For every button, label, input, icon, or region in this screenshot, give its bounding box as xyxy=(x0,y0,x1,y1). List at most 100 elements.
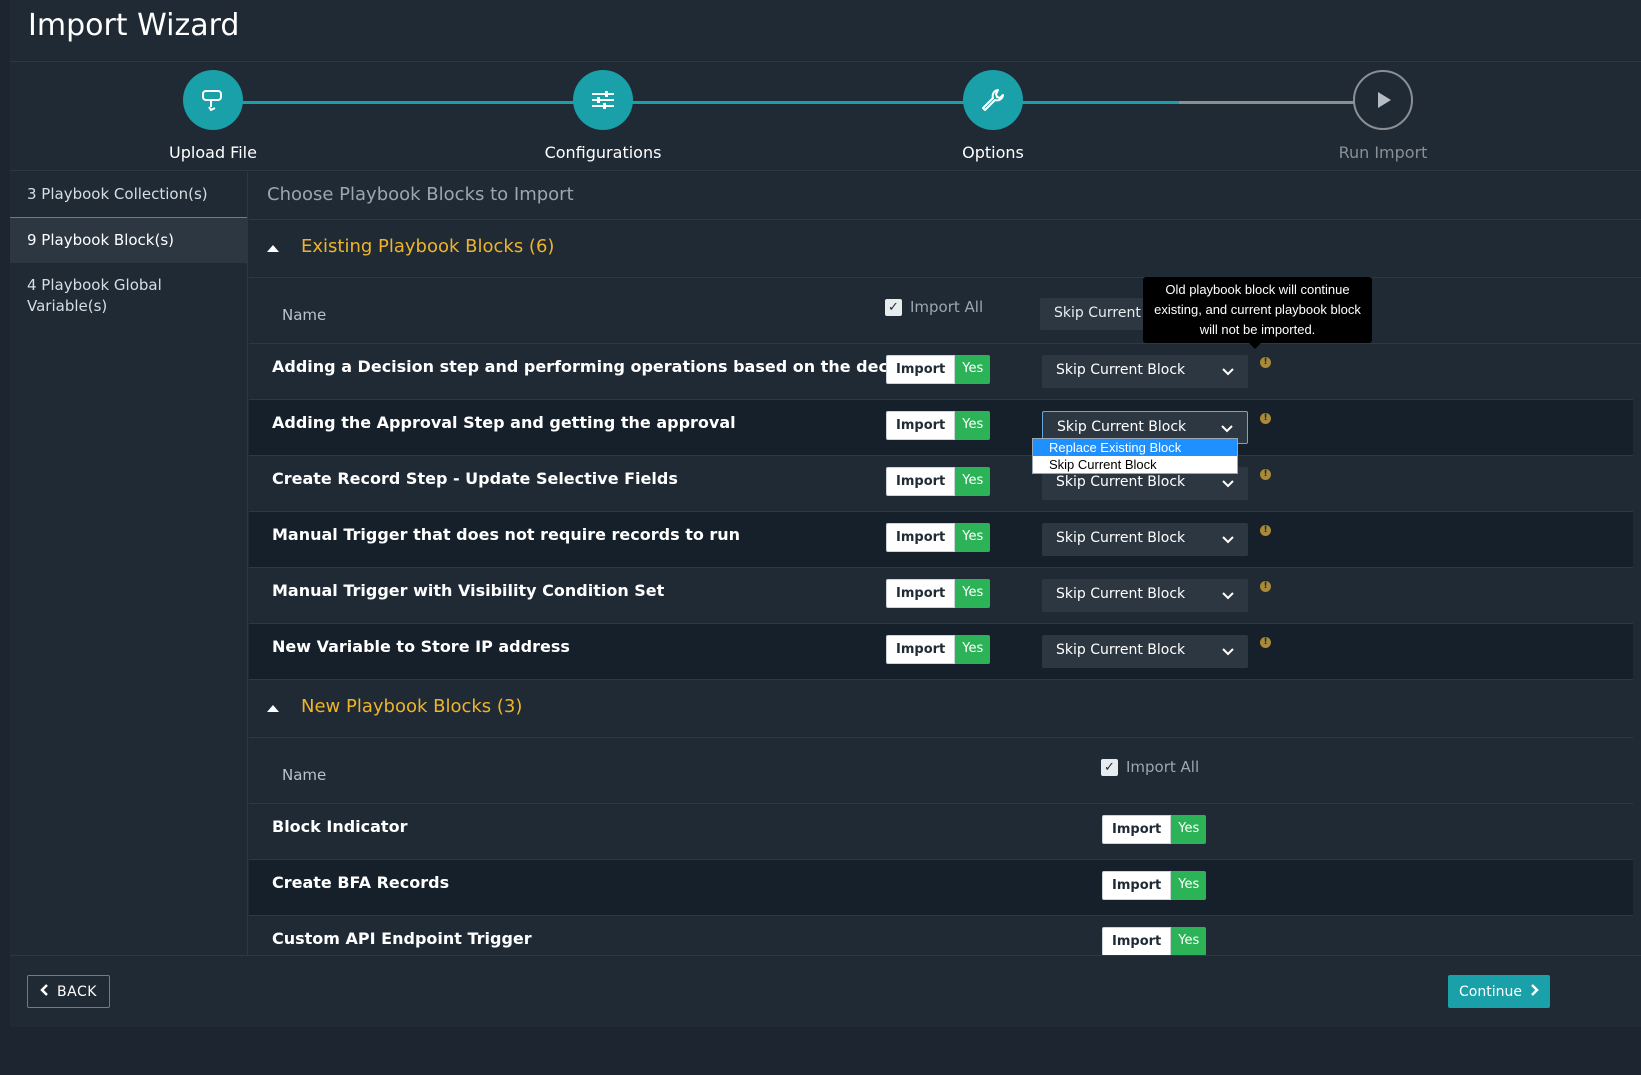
main-panel: Choose Playbook Blocks to Import Existin… xyxy=(249,172,1641,1000)
table-row: Adding a Decision step and performing op… xyxy=(249,344,1641,400)
info-tooltip: Old playbook block will continue existin… xyxy=(1143,277,1372,349)
info-icon[interactable]: ! xyxy=(1260,469,1271,480)
block-name: Manual Trigger that does not require rec… xyxy=(272,525,741,544)
step-label: Options xyxy=(962,143,1024,162)
scrollbar[interactable] xyxy=(1633,382,1641,1000)
chevron-left-icon xyxy=(40,983,49,1000)
import-toggle[interactable]: Import Yes xyxy=(1102,927,1207,956)
info-icon[interactable]: ! xyxy=(1260,637,1271,648)
toggle-yes: Yes xyxy=(955,355,991,384)
continue-label: Continue xyxy=(1459,983,1522,1000)
dropdown-option-skip[interactable]: Skip Current Block xyxy=(1033,456,1237,473)
sliders-icon xyxy=(573,70,633,130)
toggle-label: Import xyxy=(1102,927,1172,956)
import-toggle[interactable]: Import Yes xyxy=(1102,815,1207,844)
select-value: Skip Current Block xyxy=(1056,474,1186,490)
chevron-down-icon xyxy=(1222,533,1234,549)
block-action-dropdown: Replace Existing Block Skip Current Bloc… xyxy=(1032,438,1238,474)
info-icon[interactable]: ! xyxy=(1260,357,1271,368)
select-value: Skip Current Block xyxy=(1056,642,1186,658)
column-header-name: Name xyxy=(282,766,327,784)
import-all-label: Import All xyxy=(910,298,984,316)
table-row: New Variable to Store IP address Import … xyxy=(249,624,1641,680)
select-value: Skip Current Block xyxy=(1056,586,1186,602)
step-run-import[interactable]: Run Import xyxy=(1283,70,1483,162)
wizard-stepper: Upload File Configurations Options Run I… xyxy=(10,63,1641,171)
section-title: New Playbook Blocks (3) xyxy=(301,696,523,717)
toggle-yes: Yes xyxy=(955,523,991,552)
block-name: Create Record Step - Update Selective Fi… xyxy=(272,469,678,488)
back-button[interactable]: BACK xyxy=(27,975,110,1008)
checkbox-checked-icon[interactable]: ✓ xyxy=(1101,758,1118,776)
caret-up-icon xyxy=(267,245,279,252)
import-wizard-window: Import Wizard Upload File Configurations… xyxy=(10,0,1641,1075)
import-all-label: Import All xyxy=(1126,758,1200,776)
dropdown-option-replace[interactable]: Replace Existing Block xyxy=(1033,439,1237,456)
toggle-label: Import xyxy=(886,467,956,496)
block-name: New Variable to Store IP address xyxy=(272,637,570,656)
sidebar: 3 Playbook Collection(s) 9 Playbook Bloc… xyxy=(10,172,248,1000)
import-all-new[interactable]: ✓ Import All xyxy=(1101,758,1199,776)
block-action-select[interactable]: Skip Current Block xyxy=(1042,635,1248,668)
toggle-label: Import xyxy=(1102,815,1172,844)
new-table-header: Name ✓ Import All xyxy=(249,738,1641,804)
select-value: Skip Current Block xyxy=(1057,419,1187,435)
table-row: Create BFA Records Import Yes xyxy=(249,860,1641,916)
toggle-label: Import xyxy=(886,635,956,664)
sidebar-item-playbook-blocks[interactable]: 9 Playbook Block(s) xyxy=(10,217,247,263)
step-label: Upload File xyxy=(169,143,257,162)
toggle-yes: Yes xyxy=(955,579,991,608)
step-configurations[interactable]: Configurations xyxy=(503,70,703,162)
info-icon[interactable]: ! xyxy=(1260,581,1271,592)
chevron-down-icon xyxy=(1222,477,1234,493)
import-toggle[interactable]: Import Yes xyxy=(886,579,991,608)
table-row: Block Indicator Import Yes xyxy=(249,804,1641,860)
window-title: Import Wizard xyxy=(28,8,240,43)
step-label: Run Import xyxy=(1338,143,1428,162)
wrench-icon xyxy=(963,70,1023,130)
title-bar: Import Wizard xyxy=(10,0,1641,62)
continue-button[interactable]: Continue xyxy=(1448,975,1550,1008)
existing-blocks-section-toggle[interactable]: Existing Playbook Blocks (6) xyxy=(249,220,1641,278)
block-name: Block Indicator xyxy=(272,817,408,836)
chevron-down-icon xyxy=(1222,589,1234,605)
sidebar-item-global-variables[interactable]: 4 Playbook Global Variable(s) xyxy=(10,263,247,329)
import-toggle[interactable]: Import Yes xyxy=(886,355,991,384)
toggle-label: Import xyxy=(1102,871,1172,900)
play-icon xyxy=(1353,70,1413,130)
step-label: Configurations xyxy=(544,143,662,162)
sidebar-item-playbook-collections[interactable]: 3 Playbook Collection(s) xyxy=(10,172,247,217)
toggle-label: Import xyxy=(886,523,956,552)
checkbox-checked-icon[interactable]: ✓ xyxy=(885,298,902,316)
block-name: Create BFA Records xyxy=(272,873,450,892)
chevron-right-icon xyxy=(1530,983,1539,1000)
upload-icon xyxy=(183,70,243,130)
info-icon[interactable]: ! xyxy=(1260,413,1271,424)
import-toggle[interactable]: Import Yes xyxy=(886,523,991,552)
toggle-yes: Yes xyxy=(1171,871,1207,900)
new-blocks-section-toggle[interactable]: New Playbook Blocks (3) xyxy=(249,680,1641,738)
block-name: Adding the Approval Step and getting the… xyxy=(272,413,736,432)
page-title: Choose Playbook Blocks to Import xyxy=(249,172,1641,220)
toggle-yes: Yes xyxy=(955,467,991,496)
block-name: Custom API Endpoint Trigger xyxy=(272,929,532,948)
footer: BACK Continue xyxy=(10,955,1641,1027)
import-toggle[interactable]: Import Yes xyxy=(886,635,991,664)
block-action-select[interactable]: Skip Current Block xyxy=(1042,579,1248,612)
step-options[interactable]: Options xyxy=(893,70,1093,162)
import-toggle[interactable]: Import Yes xyxy=(886,411,991,440)
info-icon[interactable]: ! xyxy=(1260,525,1271,536)
step-upload-file[interactable]: Upload File xyxy=(113,70,313,162)
chevron-down-icon xyxy=(1221,422,1233,438)
chevron-down-icon xyxy=(1222,645,1234,661)
import-toggle[interactable]: Import Yes xyxy=(1102,871,1207,900)
import-all-existing[interactable]: ✓ Import All xyxy=(885,298,983,316)
block-action-select[interactable]: Skip Current Block xyxy=(1042,355,1248,388)
import-toggle[interactable]: Import Yes xyxy=(886,467,991,496)
block-action-select[interactable]: Skip Current Block xyxy=(1042,523,1248,556)
table-row: Manual Trigger with Visibility Condition… xyxy=(249,568,1641,624)
toggle-label: Import xyxy=(886,355,956,384)
back-label: BACK xyxy=(57,983,97,1000)
column-header-name: Name xyxy=(282,306,327,324)
toggle-label: Import xyxy=(886,579,956,608)
